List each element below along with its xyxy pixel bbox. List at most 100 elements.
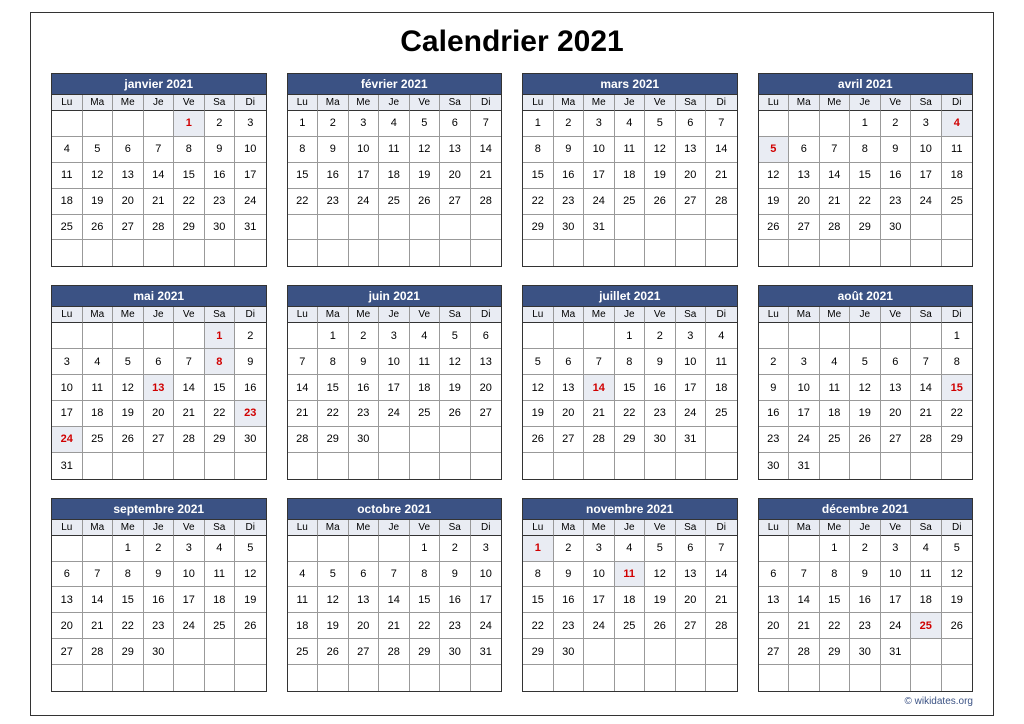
week-row: 12345 (52, 536, 266, 562)
day-cell (881, 665, 912, 691)
day-cell: 27 (144, 427, 175, 453)
day-cell (615, 665, 646, 691)
weekday-label: Di (235, 520, 266, 536)
weeks-container: 1234567891011121314151617181920212223242… (759, 323, 973, 478)
day-cell: 1 (318, 323, 349, 349)
day-cell: 21 (789, 613, 820, 639)
weekday-label: Sa (440, 95, 471, 111)
day-cell (205, 453, 236, 479)
day-cell: 16 (235, 375, 266, 401)
day-cell (318, 453, 349, 479)
day-cell: 16 (144, 587, 175, 613)
day-cell: 6 (113, 137, 144, 163)
day-cell (205, 639, 236, 665)
day-cell: 16 (554, 587, 585, 613)
day-cell (52, 323, 83, 349)
day-cell: 3 (349, 111, 380, 137)
day-cell (645, 453, 676, 479)
weekday-label: Ma (83, 95, 114, 111)
day-cell: 25 (410, 401, 441, 427)
day-cell (205, 240, 236, 266)
day-cell: 23 (554, 189, 585, 215)
day-cell: 15 (113, 587, 144, 613)
day-cell (318, 665, 349, 691)
weekday-label: Me (349, 307, 380, 323)
week-row: 2627282930 (759, 215, 973, 241)
day-cell: 21 (471, 163, 502, 189)
day-cell: 20 (676, 163, 707, 189)
day-cell (881, 240, 912, 266)
week-row: 891011121314 (288, 137, 502, 163)
weekday-label: Je (615, 307, 646, 323)
day-cell: 18 (820, 401, 851, 427)
day-cell (471, 240, 502, 266)
day-cell: 11 (52, 163, 83, 189)
week-row: 11121314151617 (288, 587, 502, 613)
day-cell (144, 111, 175, 137)
week-row: 22232425262728 (288, 189, 502, 215)
day-cell: 19 (83, 189, 114, 215)
weekday-label: Je (144, 307, 175, 323)
week-row: 16171819202122 (759, 401, 973, 427)
day-cell (379, 536, 410, 562)
day-cell (83, 665, 114, 691)
weekday-label: Di (942, 307, 973, 323)
weekday-row: LuMaMeJeVeSaDi (759, 95, 973, 111)
day-cell: 22 (523, 189, 554, 215)
day-cell (174, 665, 205, 691)
week-row: 12131415161718 (759, 163, 973, 189)
weekday-label: Sa (676, 95, 707, 111)
day-cell: 28 (706, 189, 737, 215)
day-cell: 26 (410, 189, 441, 215)
day-cell (205, 665, 236, 691)
day-cell: 3 (52, 349, 83, 375)
weekday-row: LuMaMeJeVeSaDi (288, 95, 502, 111)
weekday-label: Ma (789, 520, 820, 536)
day-cell: 19 (645, 163, 676, 189)
weekday-label: Di (471, 95, 502, 111)
day-cell: 28 (820, 215, 851, 241)
weekday-label: Sa (440, 307, 471, 323)
week-row: 13141516171819 (759, 587, 973, 613)
weeks-container: 1234567891011121314151617181920212223242… (523, 111, 737, 266)
week-row: 3031 (759, 453, 973, 479)
week-row: 19202122232425 (759, 189, 973, 215)
weekday-label: Ve (410, 95, 441, 111)
weekday-row: LuMaMeJeVeSaDi (523, 307, 737, 323)
day-cell: 25 (820, 427, 851, 453)
day-cell: 3 (789, 349, 820, 375)
day-cell: 7 (288, 349, 319, 375)
weeks-container: 1234567891011121314151617181920212223242… (52, 111, 266, 266)
day-cell: 4 (615, 536, 646, 562)
week-row: 567891011 (759, 137, 973, 163)
day-cell: 25 (911, 613, 942, 639)
day-cell (584, 453, 615, 479)
week-row: 21222324252627 (288, 401, 502, 427)
weekday-label: Di (471, 307, 502, 323)
calendar-page: Calendrier 2021 janvier 2021LuMaMeJeVeSa… (30, 12, 994, 716)
day-cell (349, 240, 380, 266)
day-cell: 14 (144, 163, 175, 189)
day-cell (410, 215, 441, 241)
day-cell: 11 (83, 375, 114, 401)
day-cell: 2 (850, 536, 881, 562)
month-header: décembre 2021 (759, 499, 973, 520)
day-cell: 9 (349, 349, 380, 375)
day-cell: 12 (113, 375, 144, 401)
day-cell: 26 (942, 613, 973, 639)
day-cell: 1 (942, 323, 973, 349)
day-cell: 21 (706, 587, 737, 613)
month-block: avril 2021LuMaMeJeVeSaDi1234567891011121… (758, 73, 974, 267)
day-cell: 18 (379, 163, 410, 189)
week-row: 262728293031 (523, 427, 737, 453)
day-cell: 17 (584, 587, 615, 613)
day-cell (706, 665, 737, 691)
day-cell: 4 (615, 111, 646, 137)
day-cell (759, 536, 790, 562)
day-cell: 15 (850, 163, 881, 189)
day-cell (615, 240, 646, 266)
week-row (288, 240, 502, 266)
day-cell: 4 (288, 562, 319, 588)
week-row (288, 665, 502, 691)
day-cell: 14 (379, 587, 410, 613)
